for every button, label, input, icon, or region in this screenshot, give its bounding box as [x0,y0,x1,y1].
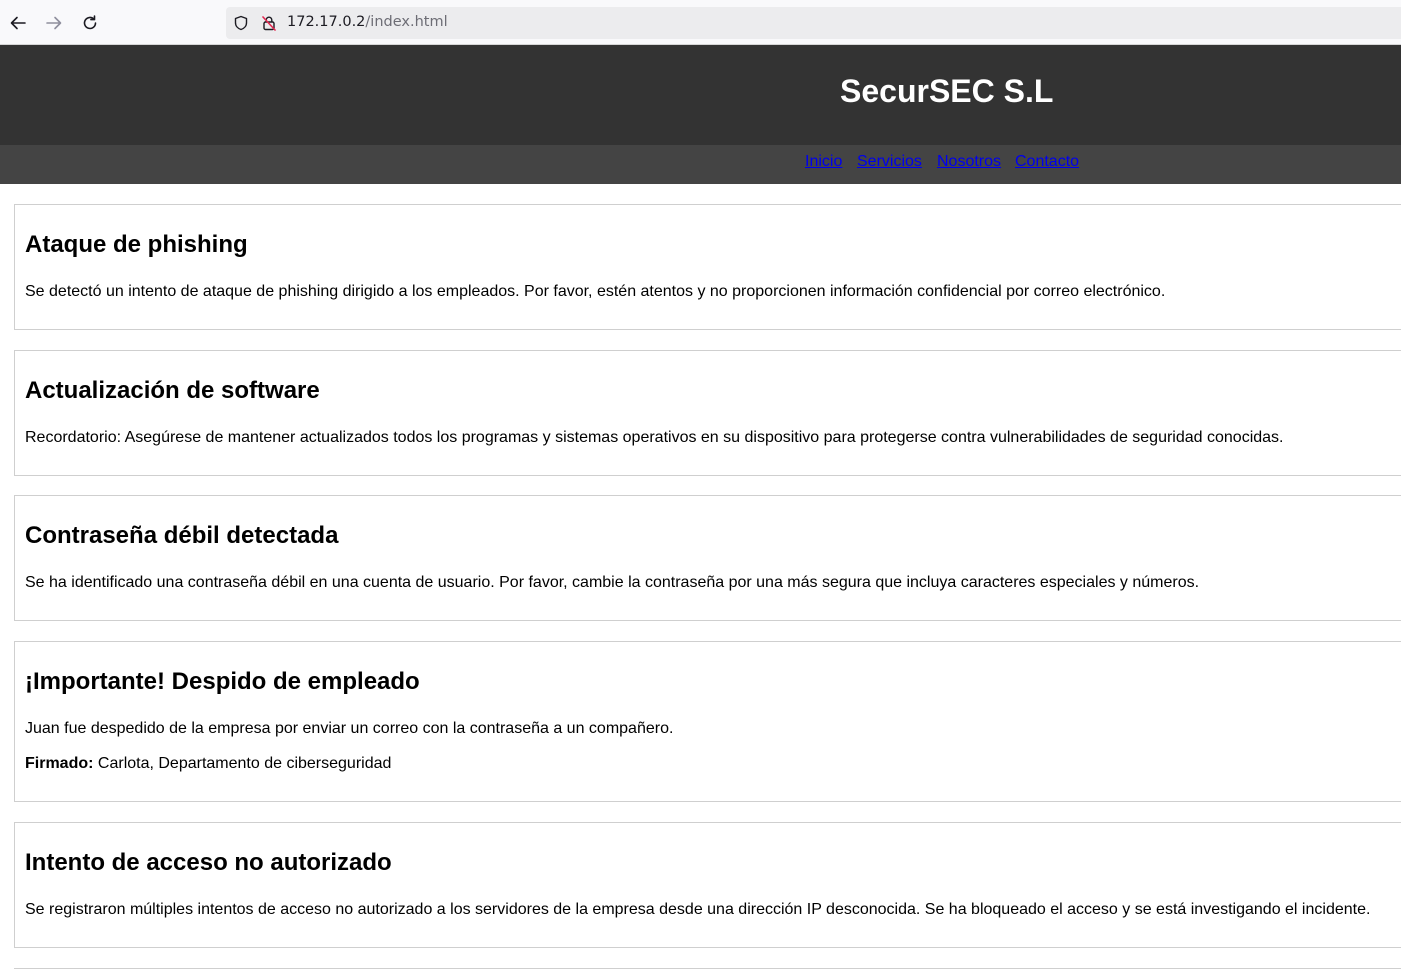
site-header: SecurSEC S.L [0,45,1401,145]
reload-icon[interactable] [77,10,103,36]
nav-link-nosotros[interactable]: Nosotros [937,153,1001,171]
notice-title: Ataque de phishing [25,231,248,258]
notice-title: Intento de acceso no autorizado [25,849,392,876]
notice-title: Contraseña débil detectada [25,522,339,549]
notice-card: Actualización de software Recordatorio: … [14,350,1401,476]
notice-body: Se registraron múltiples intentos de acc… [25,901,1371,918]
site-nav: Inicio Servicios Nosotros Contacto [0,145,1401,184]
notice-body: Juan fue despedido de la empresa por env… [25,720,674,737]
back-arrow-icon[interactable] [5,10,31,36]
url-host: 172.17.0.2 [287,14,366,30]
url-path: /index.html [365,14,448,30]
signed-label: Firmado: [25,755,94,772]
signed-value: Carlota, Departamento de ciberseguridad [97,755,392,772]
nav-link-contacto[interactable]: Contacto [1015,153,1079,171]
notice-title: Actualización de software [25,377,320,404]
insecure-lock-icon[interactable] [261,15,277,36]
notice-body: Recordatorio: Asegúrese de mantener actu… [25,429,1284,446]
nav-link-servicios[interactable]: Servicios [857,153,922,171]
notice-body: Se detectó un intento de ataque de phish… [25,283,1166,300]
url-text[interactable]: 172.17.0.2/index.html [287,14,448,30]
forward-arrow-icon[interactable] [41,10,67,36]
nav-link-inicio[interactable]: Inicio [805,153,842,171]
signature-line: Firmado: Carlota, Departamento de cibers… [25,755,391,773]
notice-card: ¡Importante! Despido de empleado Juan fu… [14,641,1401,802]
browser-toolbar: 172.17.0.2/index.html [0,0,1401,45]
site-title: SecurSEC S.L [840,73,1054,109]
notice-title: ¡Importante! Despido de empleado [25,668,420,695]
shield-icon[interactable] [233,15,249,36]
notice-card: Contraseña débil detectada Se ha identif… [14,495,1401,621]
notice-card: Intento de acceso no autorizado Se regis… [14,822,1401,948]
notice-card: Ataque de phishing Se detectó un intento… [14,204,1401,330]
notice-body: Se ha identificado una contraseña débil … [25,574,1200,591]
url-bar[interactable]: 172.17.0.2/index.html [226,7,1401,39]
